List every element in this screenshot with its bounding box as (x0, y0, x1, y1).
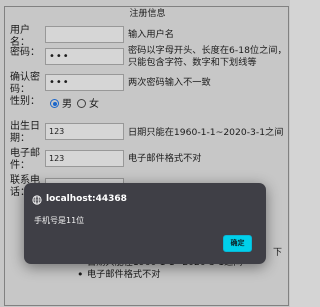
alert-dialog: localhost:44368 手机号是11位 确定 (24, 183, 266, 264)
dialog-origin: localhost:44368 (46, 194, 127, 204)
dialog-message: 手机号是11位 (34, 216, 85, 225)
dialog-header: localhost:44368 (32, 193, 127, 205)
globe-icon (32, 195, 42, 205)
registration-page: 注册信息 用户名： 输入用户名 密码： ••• 密码以字母开头、长度在6-18位… (0, 0, 290, 307)
ok-button[interactable]: 确定 (223, 235, 252, 252)
